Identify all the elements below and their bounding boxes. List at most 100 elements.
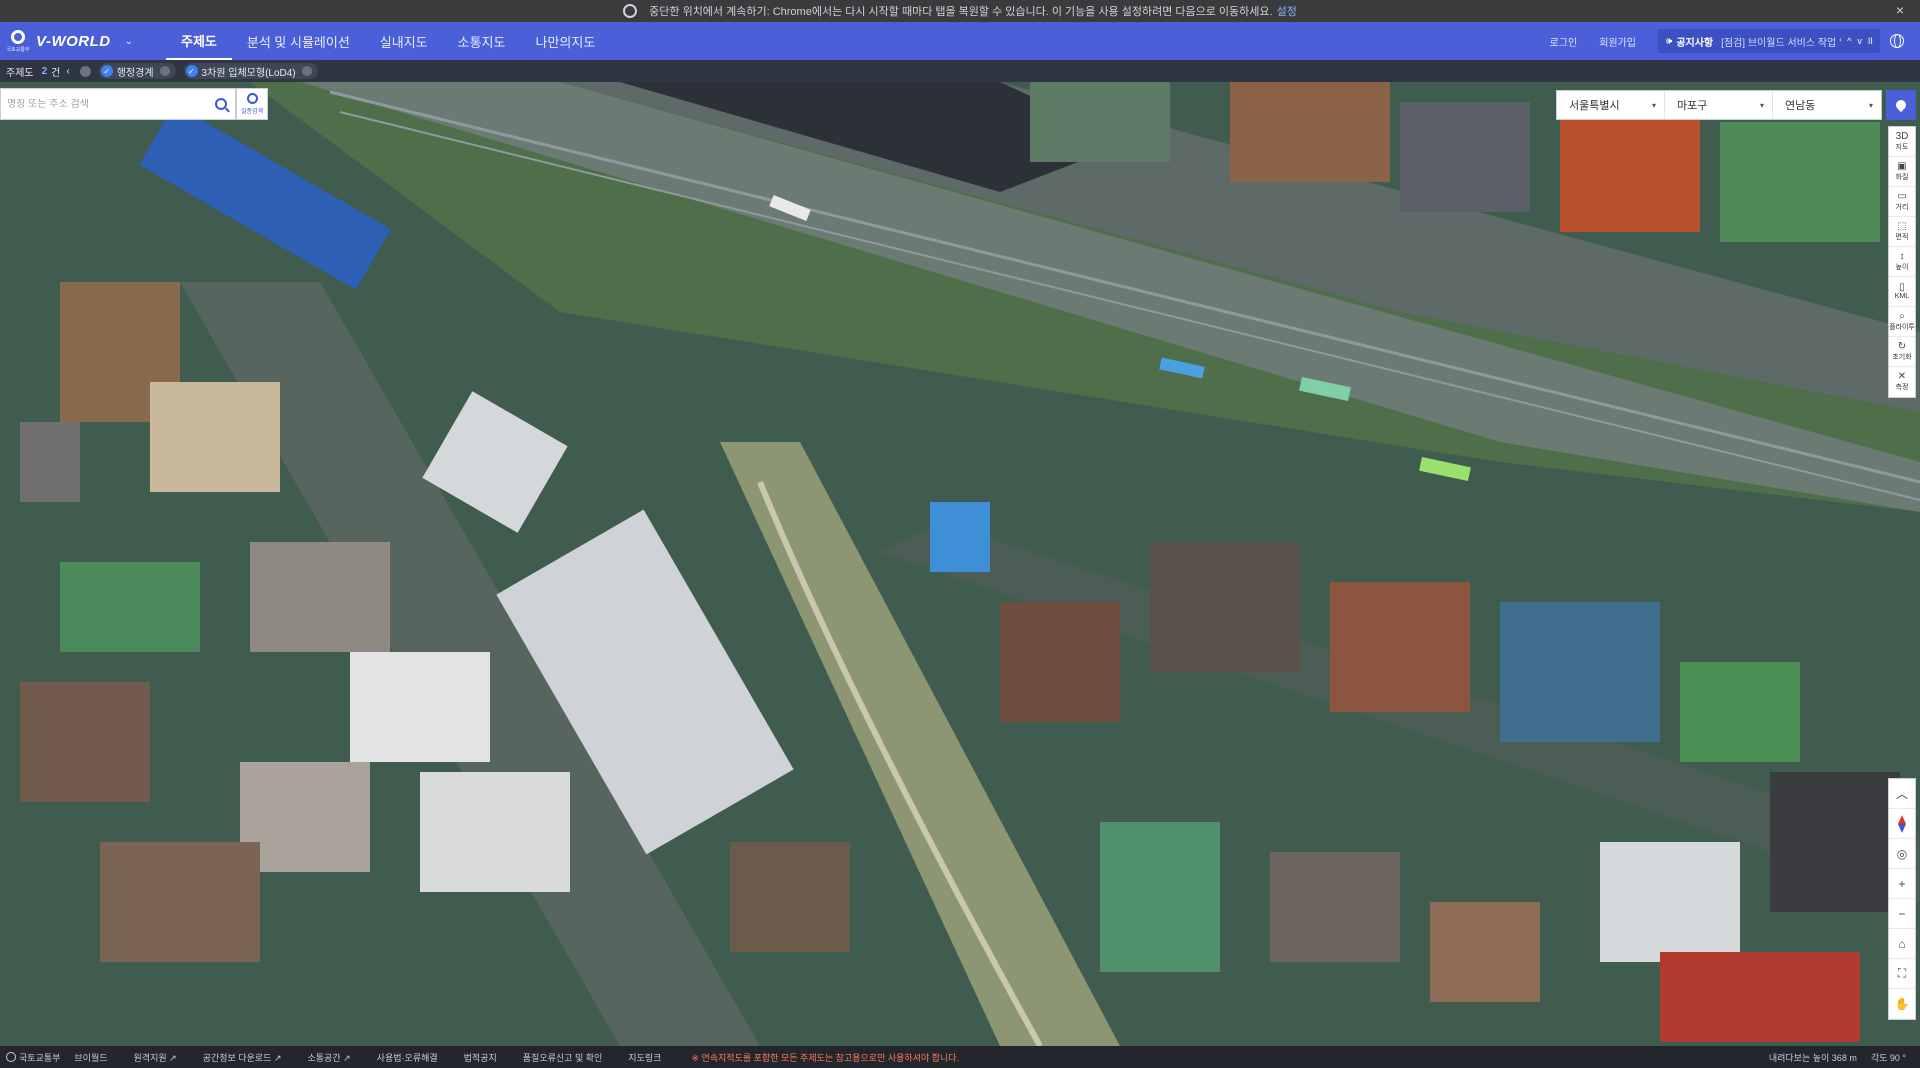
signup-link[interactable]: 회원가입: [1599, 34, 1636, 49]
footer-map-link[interactable]: 지도링크: [628, 1051, 661, 1064]
remove-chip-icon[interactable]: [301, 66, 312, 76]
tool-quality[interactable]: ▣ 화질: [1889, 157, 1915, 187]
menu-indoor-map[interactable]: 실내지도: [365, 22, 443, 60]
chip-admin-boundary[interactable]: ✓ 행정경계: [98, 63, 176, 79]
tool-kml[interactable]: ▯ KML: [1889, 277, 1915, 307]
chip-label: 3차원 입체모형(LoD4): [201, 67, 296, 79]
dong-value: 연남동: [1785, 100, 1816, 112]
vworld-logo[interactable]: 국토교통부 V-WORLD ⌄: [6, 25, 156, 57]
3d-icon: 3D: [1895, 130, 1909, 142]
chevron-down-icon: ▾: [1759, 100, 1764, 110]
speaker-icon: 🕪: [1666, 35, 1673, 47]
measure-icon: ✕: [1897, 371, 1907, 382]
search-input[interactable]: [7, 98, 207, 110]
check-icon: ✓: [100, 65, 113, 77]
refresh-icon: ↻: [1897, 340, 1907, 352]
fly-icon: ⌕: [1899, 310, 1905, 322]
view-controls: ︿ ◎ + − ⌂ ⛶ ✋: [1888, 778, 1916, 1020]
tool-fly[interactable]: ⌕ 플라이투: [1889, 307, 1915, 337]
globe-icon[interactable]: [1890, 34, 1904, 48]
area-icon: ⬚: [1897, 220, 1907, 232]
tool-label: 거리: [1895, 203, 1909, 211]
chip-3d-model-lod4[interactable]: ✓ 3차원 입체모형(LoD4): [183, 63, 318, 79]
footer-remote-support[interactable]: 원격지원 ↗: [134, 1051, 177, 1064]
fullscreen-button[interactable]: ⛶: [1889, 959, 1915, 989]
tool-label: 측정: [1895, 384, 1909, 391]
tool-label: KML: [1894, 293, 1910, 300]
tool-label: 지도: [1895, 143, 1909, 151]
chrome-restore-notice: 중단한 위치에서 계속하기: Chrome에서는 다시 시작할 때마다 탭을 복…: [0, 0, 1920, 22]
search-box: [0, 88, 236, 120]
ministry-emblem-icon: 국토교통부: [6, 25, 30, 57]
theme-label: 주제도: [6, 67, 34, 79]
chip-label: 행정경계: [116, 67, 154, 79]
zoom-in-button[interactable]: +: [1889, 869, 1915, 899]
missing-search-label: 실종검색: [240, 109, 264, 115]
clear-all-icon[interactable]: [79, 65, 91, 77]
menu-analysis-simulation[interactable]: 분석 및 시뮬레이션: [232, 22, 365, 60]
map-3d-view[interactable]: 실종검색 서울특별시 ▾ 마포구 ▾ 연남동 ▾ 3D지도 ▣화질 ▭거리 ⬚면…: [0, 82, 1920, 1046]
tool-label: 높이: [1895, 263, 1909, 271]
tool-measure[interactable]: ✕ 측정: [1889, 367, 1915, 397]
logo-text: V-WORLD: [36, 32, 111, 50]
menu-my-map[interactable]: 나만의지도: [520, 22, 610, 60]
main-nav: 국토교통부 V-WORLD ⌄ 주제도 분석 및 시뮬레이션 실내지도 소통지도…: [0, 22, 1920, 60]
search-icon[interactable]: [215, 98, 227, 110]
sigungu-value: 마포구: [1677, 100, 1708, 112]
theme-count: 2: [41, 65, 48, 77]
login-link[interactable]: 로그인: [1550, 34, 1578, 49]
menu-communication-map[interactable]: 소통지도: [443, 22, 521, 60]
notice-prev-button[interactable]: ^: [1847, 36, 1851, 46]
tool-label: 초기화: [1892, 353, 1912, 361]
notice-ticker[interactable]: 🕪 공지사항 [점검] 브이월드 서비스 작업 일정 ··· ^ v II: [1658, 29, 1880, 53]
footer-quality-report[interactable]: 품질오류신고 및 확인: [523, 1051, 603, 1064]
angle-readout: 각도 90 °: [1870, 1052, 1906, 1063]
sigungu-select[interactable]: 마포구 ▾: [1665, 91, 1773, 119]
remove-chip-icon[interactable]: [159, 66, 170, 76]
map-tool-panel: 3D 지도 ▣ 화질 ▭ 거리 ⬚ 면적 ↕ 높이 ▯ KML ⌕ 플라이투 ↻ 초기화 ✕ 측정: [1888, 126, 1916, 398]
tool-height[interactable]: ↕ 높이: [1889, 247, 1915, 277]
location-pin-button[interactable]: [1886, 90, 1916, 120]
tool-area[interactable]: ⬚ 면적: [1889, 217, 1915, 247]
sido-select[interactable]: 서울특별시 ▾: [1557, 91, 1665, 119]
theme-unit: 건: [51, 67, 61, 79]
footer-community[interactable]: 소통공간 ↗: [308, 1051, 351, 1064]
theme-filter-bar: 주제도 2 건 ‹ ✓ 행정경계 ✓ 3차원 입체모형(LoD4): [0, 60, 1920, 82]
tool-distance[interactable]: ▭ 거리: [1889, 187, 1915, 217]
tool-label: 화질: [1895, 173, 1909, 181]
home-button[interactable]: ⌂: [1889, 929, 1915, 959]
footer-data-download[interactable]: 공간정보 다운로드 ↗: [203, 1051, 282, 1064]
check-icon: ✓: [185, 65, 198, 77]
tool-reset[interactable]: ↻ 초기화: [1889, 337, 1915, 367]
notice-next-button[interactable]: v: [1857, 36, 1862, 46]
notice-title: 공지사항: [1676, 37, 1714, 49]
chevron-left-icon[interactable]: ‹: [66, 66, 69, 77]
chevron-down-icon[interactable]: ⌄: [125, 36, 133, 47]
pan-hand-button[interactable]: ✋: [1889, 989, 1915, 1019]
notice-pause-button[interactable]: II: [1868, 36, 1873, 46]
view-status: 내려다보는 높이 368 m 각도 90 °: [1769, 1051, 1920, 1064]
ministry-logo-icon: [6, 1052, 16, 1062]
aerial-imagery: [0, 82, 1920, 1046]
ministry-footer: 국토교통부: [6, 1051, 60, 1064]
altitude-readout: 내려다보는 높이 368 m: [1768, 1052, 1857, 1063]
missing-search-button[interactable]: 실종검색: [236, 88, 268, 120]
tilt-up-button[interactable]: ︿: [1889, 779, 1915, 809]
footer-help[interactable]: 사용법·오류해결: [377, 1051, 438, 1064]
tool-3d-map[interactable]: 3D 지도: [1889, 127, 1915, 157]
my-location-button[interactable]: ◎: [1889, 839, 1915, 869]
close-icon[interactable]: ×: [1896, 2, 1904, 18]
ruler-icon: ▭: [1897, 190, 1907, 202]
map-pin-icon: [1893, 97, 1909, 113]
footer-brand[interactable]: 브이월드: [74, 1051, 107, 1064]
restore-icon: [623, 4, 638, 18]
dong-select[interactable]: 연남동 ▾: [1773, 91, 1881, 119]
notice-message: 중단한 위치에서 계속하기: Chrome에서는 다시 시작할 때마다 탭을 복…: [649, 6, 1273, 18]
menu-thematic-map[interactable]: 주제도: [166, 22, 232, 60]
settings-link[interactable]: 설정: [1277, 3, 1297, 19]
zoom-out-button[interactable]: −: [1889, 899, 1915, 929]
footer-legal[interactable]: 법적공지: [464, 1051, 497, 1064]
ministry-name: 국토교통부: [19, 1052, 61, 1063]
compass-button[interactable]: [1889, 809, 1915, 839]
ministry-label: 국토교통부: [6, 46, 30, 53]
